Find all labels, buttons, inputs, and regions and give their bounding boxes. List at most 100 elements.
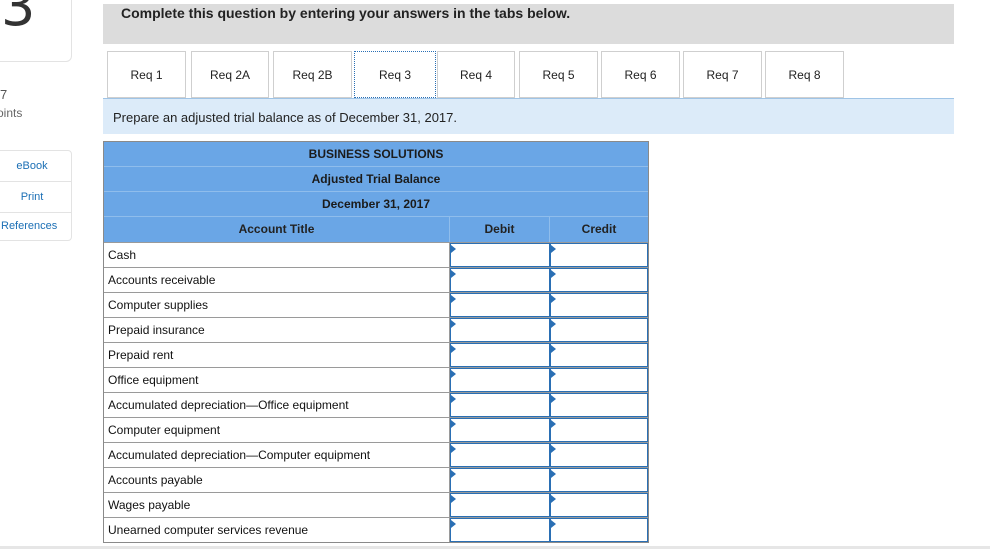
credit-input[interactable] [550,493,648,517]
debit-input[interactable] [450,318,550,342]
debit-input[interactable] [450,443,550,467]
input-marker-icon [451,495,456,503]
tab-req-4[interactable]: Req 4 [437,51,515,98]
input-marker-icon [551,395,556,403]
input-marker-icon [551,345,556,353]
credit-input[interactable] [550,268,648,292]
print-link[interactable]: Print [0,182,71,213]
input-marker-icon [551,245,556,253]
prompt-bar: Prepare an adjusted trial balance as of … [103,98,954,134]
statement-date: December 31, 2017 [104,192,648,217]
account-title-cell: Accounts payable [104,468,450,492]
input-marker-icon [451,295,456,303]
input-marker-icon [451,320,456,328]
ebook-link[interactable]: eBook [0,151,71,182]
side-links: eBook Print References [0,150,72,241]
table-row: Accounts payable [104,467,648,492]
account-title-cell: Cash [104,243,450,267]
input-marker-icon [451,370,456,378]
table-row: Accumulated depreciation—Office equipmen… [104,392,648,417]
table-row: Office equipment [104,367,648,392]
table-row: Prepaid insurance [104,317,648,342]
input-marker-icon [551,445,556,453]
debit-input[interactable] [450,468,550,492]
points-label: oints [0,106,23,120]
tab-req-1[interactable]: Req 1 [107,51,186,98]
account-title-cell: Prepaid rent [104,343,450,367]
debit-input[interactable] [450,518,550,542]
tab-req-5[interactable]: Req 5 [519,51,598,98]
input-marker-icon [451,445,456,453]
input-marker-icon [451,420,456,428]
credit-input[interactable] [550,293,648,317]
credit-input[interactable] [550,443,648,467]
input-marker-icon [551,370,556,378]
credit-header: Credit [581,222,617,236]
credit-input[interactable] [550,418,648,442]
input-marker-icon [551,320,556,328]
input-marker-icon [451,345,456,353]
account-title-header: Account Title [104,217,450,242]
input-marker-icon [551,470,556,478]
input-marker-icon [451,470,456,478]
tab-req-2a[interactable]: Req 2A [191,51,269,98]
instruction-bar: Complete this question by entering your … [103,4,954,44]
tab-req-8[interactable]: Req 8 [765,51,844,98]
debit-input[interactable] [450,393,550,417]
credit-input[interactable] [550,518,648,542]
company-name: BUSINESS SOLUTIONS [104,142,648,167]
table-row: Computer supplies [104,292,648,317]
debit-input[interactable] [450,418,550,442]
debit-input[interactable] [450,268,550,292]
debit-input[interactable] [450,343,550,367]
points-value: 7 [0,87,8,102]
account-title-cell: Accumulated depreciation—Computer equipm… [104,443,450,467]
table-row: Accounts receivable [104,267,648,292]
trial-balance-rows: Cash Accounts receivable Computer supplies… [104,242,648,542]
input-marker-icon [551,520,556,528]
account-title-cell: Prepaid insurance [104,318,450,342]
question-number-box: 3 [0,0,72,62]
input-marker-icon [551,495,556,503]
account-title-cell: Accounts receivable [104,268,450,292]
account-title-cell: Accumulated depreciation—Office equipmen… [104,393,450,417]
account-title-cell: Office equipment [104,368,450,392]
credit-input[interactable] [550,368,648,392]
statement-title: Adjusted Trial Balance [104,167,648,192]
table-row: Accumulated depreciation—Computer equipm… [104,442,648,467]
input-marker-icon [551,420,556,428]
credit-input[interactable] [550,393,648,417]
tab-req-6[interactable]: Req 6 [601,51,680,98]
account-title-cell: Wages payable [104,493,450,517]
input-marker-icon [551,295,556,303]
table-row: Unearned computer services revenue [104,517,648,542]
references-link[interactable]: References [0,213,71,240]
table-row: Computer equipment [104,417,648,442]
debit-input[interactable] [450,293,550,317]
debit-input[interactable] [450,243,550,267]
account-title-cell: Computer supplies [104,293,450,317]
tab-req-3[interactable]: Req 3 [354,51,436,98]
question-number: 3 [1,0,36,38]
credit-input[interactable] [550,243,648,267]
table-row: Prepaid rent [104,342,648,367]
tab-req-2b[interactable]: Req 2B [273,51,352,98]
debit-header: Debit [450,217,550,242]
trial-balance-table: BUSINESS SOLUTIONS Adjusted Trial Balanc… [103,141,649,543]
credit-input[interactable] [550,468,648,492]
table-row: Wages payable [104,492,648,517]
prompt-text: Prepare an adjusted trial balance as of … [113,110,457,125]
input-marker-icon [451,245,456,253]
account-title-cell: Computer equipment [104,418,450,442]
column-headers: Account Title Debit Credit [104,217,648,242]
instruction-text: Complete this question by entering your … [121,5,571,21]
debit-input[interactable] [450,368,550,392]
credit-input[interactable] [550,343,648,367]
debit-input[interactable] [450,493,550,517]
tab-req-7[interactable]: Req 7 [683,51,762,98]
input-marker-icon [451,270,456,278]
account-title-cell: Unearned computer services revenue [104,518,450,542]
input-marker-icon [551,270,556,278]
input-marker-icon [451,520,456,528]
credit-input[interactable] [550,318,648,342]
